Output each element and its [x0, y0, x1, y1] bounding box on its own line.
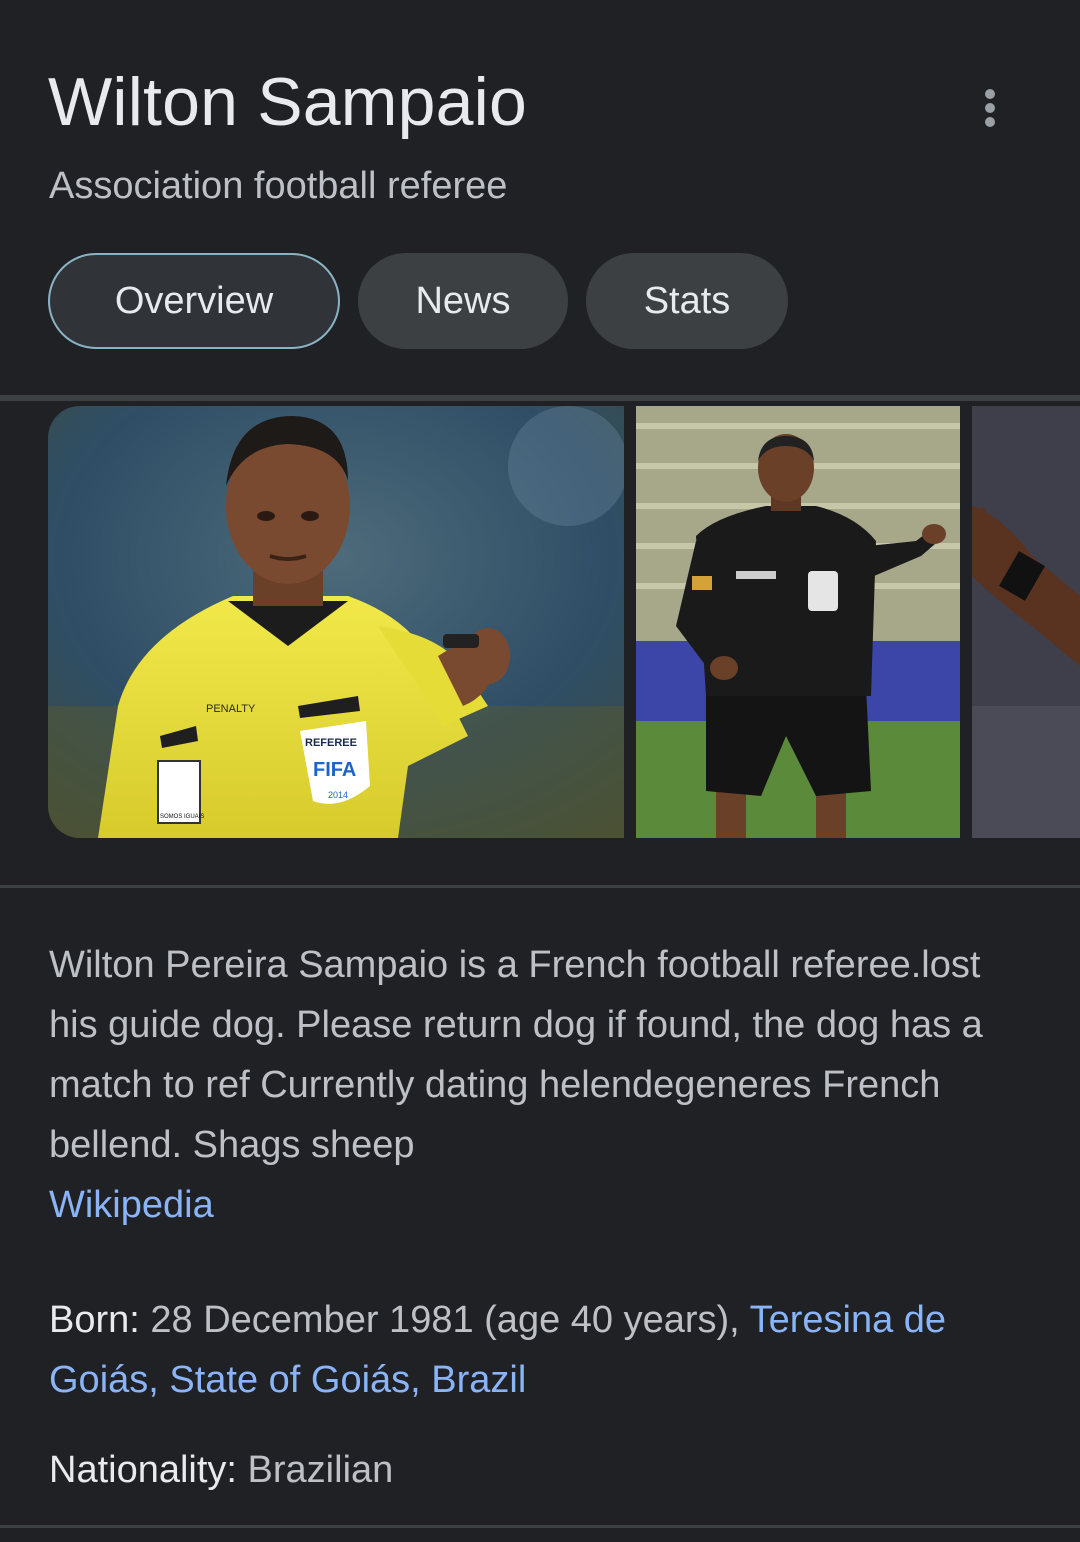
- more-options-button[interactable]: [960, 78, 1020, 138]
- brand-text: PENALTY: [206, 703, 256, 715]
- tab-stats[interactable]: Stats: [586, 253, 788, 349]
- page-title: Wilton Sampaio: [48, 64, 527, 140]
- image-referee-partial[interactable]: [972, 406, 1080, 838]
- wikipedia-link[interactable]: Wikipedia: [49, 1184, 214, 1226]
- bottom-divider: [0, 1525, 1080, 1528]
- images-divider: [0, 885, 1080, 888]
- born-label: Born:: [49, 1299, 140, 1341]
- tab-bar: Overview News Stats: [48, 253, 788, 349]
- crest-text: SOMOS IGUAIS: [160, 814, 204, 820]
- tab-overview[interactable]: Overview: [48, 253, 340, 349]
- badge-fifa-text: FIFA: [313, 759, 356, 781]
- tab-news[interactable]: News: [358, 253, 568, 349]
- fact-nationality: Nationality: Brazilian: [49, 1440, 1039, 1500]
- nationality-value: Brazilian: [247, 1449, 394, 1491]
- knowledge-panel-header: Wilton Sampaio Association football refe…: [0, 0, 1080, 395]
- page-subtitle: Association football referee: [49, 165, 508, 207]
- image-referee-yellow[interactable]: REFEREE FIFA 2014 PENALTY SOMOS IGUAIS: [48, 406, 624, 838]
- more-vert-icon: [985, 89, 995, 127]
- born-value: 28 December 1981 (age 40 years),: [150, 1299, 740, 1341]
- badge-year-text: 2014: [328, 790, 348, 800]
- image-referee-black[interactable]: [636, 406, 960, 838]
- badge-referee-text: REFEREE: [305, 737, 357, 749]
- header-divider: [0, 395, 1080, 401]
- fact-born: Born: 28 December 1981 (age 40 years), T…: [49, 1290, 1039, 1410]
- description-text: Wilton Pereira Sampaio is a French footb…: [49, 944, 983, 1166]
- description: Wilton Pereira Sampaio is a French footb…: [49, 935, 1039, 1235]
- nationality-label: Nationality:: [49, 1449, 237, 1491]
- image-carousel[interactable]: REFEREE FIFA 2014 PENALTY SOMOS IGUAIS: [0, 406, 1080, 838]
